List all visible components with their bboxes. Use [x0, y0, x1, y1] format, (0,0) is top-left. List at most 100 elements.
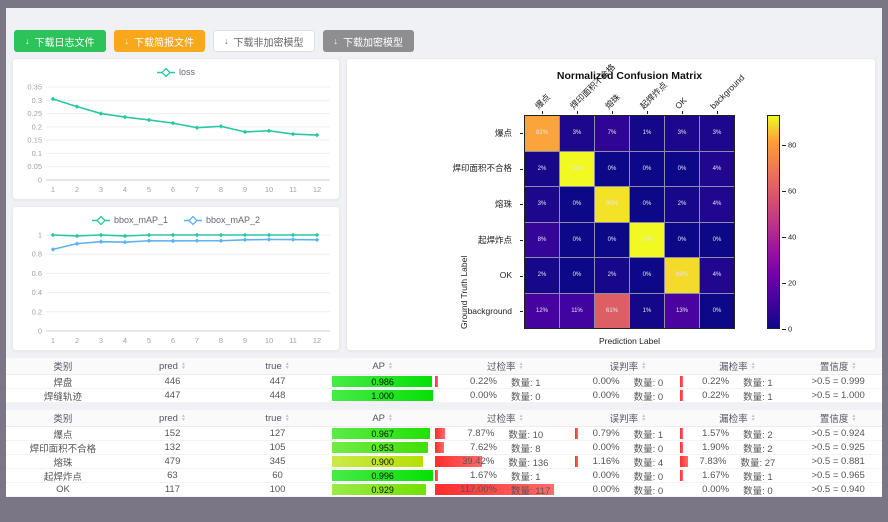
- column-header-AP[interactable]: AP▲▼: [330, 358, 435, 374]
- legend-marker-icon: [157, 68, 175, 77]
- rate-count: 数量: 0: [634, 441, 664, 454]
- rate-count: 数量: 8: [511, 441, 541, 454]
- heatmap-cell: 0%: [665, 223, 699, 258]
- heatmap-cell: 93%: [630, 223, 664, 258]
- rate-count: 数量: 1: [511, 469, 541, 482]
- sort-icon[interactable]: ▲▼: [751, 414, 756, 422]
- rate-cell: 39.42%数量: 136: [435, 455, 575, 468]
- column-header-误判率[interactable]: 误判率▲▼: [575, 410, 680, 426]
- loss-chart-legend: loss: [18, 63, 334, 81]
- cell-pred: 63: [120, 469, 225, 482]
- legend-item[interactable]: bbox_mAP_2: [184, 215, 260, 225]
- ap-value: 1.000: [371, 391, 394, 401]
- rate-value: 0.22%: [702, 390, 729, 401]
- rate-count: 数量: 0: [743, 483, 773, 496]
- column-header-pred[interactable]: pred▲▼: [120, 358, 225, 374]
- confusion-matrix-card: Normalized Confusion Matrix Ground Truth…: [346, 58, 876, 351]
- cell-true: 127: [225, 427, 330, 440]
- axis-tick: [520, 204, 523, 205]
- rate-cell: 0.00%数量: 0: [680, 483, 794, 496]
- rate-count: 数量: 0: [634, 469, 664, 482]
- sort-icon[interactable]: ▲▼: [285, 414, 290, 422]
- svg-text:6: 6: [171, 336, 175, 345]
- cell-pred: 446: [120, 375, 225, 388]
- column-header-漏检率[interactable]: 漏检率▲▼: [680, 358, 794, 374]
- axis-tick: [682, 111, 683, 114]
- legend-marker-icon: [92, 216, 110, 225]
- sort-icon[interactable]: ▲▼: [181, 362, 186, 370]
- svg-text:4: 4: [123, 336, 127, 345]
- cell-confidence: >0.5 = 0.925: [794, 441, 882, 454]
- sort-icon[interactable]: ▲▼: [181, 414, 186, 422]
- cell-pred: 152: [120, 427, 225, 440]
- heatmap-cell: 2%: [525, 258, 559, 293]
- rate-count: 数量: 0: [511, 389, 541, 402]
- rate-value: 0.22%: [702, 376, 729, 387]
- cell-confidence: >0.5 = 0.924: [794, 427, 882, 440]
- column-header-置信度[interactable]: 置信度▲▼: [794, 358, 882, 374]
- cell-class: 熔珠: [6, 455, 120, 468]
- cell-true: 105: [225, 441, 330, 454]
- column-header-pred[interactable]: pred▲▼: [120, 410, 225, 426]
- rate-cell: 7.87%数量: 10: [435, 427, 575, 440]
- rate-count: 数量: 117: [511, 483, 550, 496]
- rate-count: 数量: 136: [508, 455, 548, 468]
- colorbar-tick-label: 0: [788, 325, 792, 334]
- sort-icon[interactable]: ▲▼: [641, 362, 646, 370]
- sort-icon[interactable]: ▲▼: [388, 362, 393, 370]
- column-header-true[interactable]: true▲▼: [225, 358, 330, 374]
- sort-icon[interactable]: ▲▼: [285, 362, 290, 370]
- legend-item[interactable]: bbox_mAP_1: [92, 215, 168, 225]
- rate-value: 0.00%: [470, 390, 497, 401]
- sort-icon[interactable]: ▲▼: [388, 414, 393, 422]
- svg-text:0.1: 0.1: [32, 149, 42, 158]
- rate-count: 数量: 0: [634, 389, 664, 402]
- column-header-label: 误判率: [610, 411, 639, 425]
- column-header-类别: 类别: [6, 358, 120, 374]
- rate-value: 7.83%: [700, 456, 727, 467]
- rate-bar: [435, 428, 444, 439]
- column-header-true[interactable]: true▲▼: [225, 410, 330, 426]
- rate-bar: [435, 376, 438, 387]
- column-header-过检率[interactable]: 过检率▲▼: [435, 410, 575, 426]
- column-header-漏检率[interactable]: 漏检率▲▼: [680, 410, 794, 426]
- sort-icon[interactable]: ▲▼: [519, 414, 524, 422]
- rate-bar: [680, 456, 688, 467]
- column-header-label: 漏检率: [719, 411, 748, 425]
- rate-count: 数量: 0: [634, 483, 664, 496]
- column-header-置信度[interactable]: 置信度▲▼: [794, 410, 882, 426]
- figure-title: Normalized Confusion Matrix: [524, 70, 735, 82]
- cell-class: 起焊炸点: [6, 469, 120, 482]
- svg-text:0.35: 0.35: [27, 83, 42, 92]
- map-chart-card: bbox_mAP_1 bbox_mAP_2 00.20.40.60.811234…: [12, 206, 340, 351]
- column-header-label: pred: [159, 413, 178, 424]
- download-encrypted-model-button[interactable]: ↓ 下载加密模型: [323, 30, 415, 52]
- x-axis-label: Prediction Label: [524, 336, 735, 346]
- heatmap-cell: 3%: [560, 116, 594, 151]
- column-header-过检率[interactable]: 过检率▲▼: [435, 358, 575, 374]
- heatmap-cell: 0%: [560, 258, 594, 293]
- cell-ap: 0.986: [330, 375, 435, 388]
- sort-icon[interactable]: ▲▼: [641, 414, 646, 422]
- rate-value: 1.67%: [702, 470, 729, 481]
- sort-icon[interactable]: ▲▼: [751, 362, 756, 370]
- legend-item[interactable]: loss: [157, 67, 195, 77]
- cell-confidence: >0.5 = 0.999: [794, 375, 882, 388]
- column-header-AP[interactable]: AP▲▼: [330, 410, 435, 426]
- download-report-button[interactable]: ↓ 下载简报文件: [114, 30, 206, 52]
- sort-icon[interactable]: ▲▼: [851, 414, 856, 422]
- rate-cell: 1.16%数量: 4: [575, 455, 680, 468]
- heatmap-cell: 3%: [700, 116, 734, 151]
- rate-value: 1.90%: [702, 442, 729, 453]
- download-unencrypted-model-button[interactable]: ↓ 下载非加密模型: [213, 30, 315, 52]
- column-header-误判率[interactable]: 误判率▲▼: [575, 358, 680, 374]
- cell-true: 448: [225, 389, 330, 402]
- sort-icon[interactable]: ▲▼: [519, 362, 524, 370]
- rate-value: 117.00%: [460, 484, 497, 495]
- heatmap-cell: 12%: [525, 294, 559, 329]
- rate-count: 数量: 2: [743, 427, 773, 440]
- sort-icon[interactable]: ▲▼: [851, 362, 856, 370]
- download-log-button[interactable]: ↓ 下载日志文件: [14, 30, 106, 52]
- cell-ap: 0.929: [330, 483, 435, 496]
- legend-marker-icon: [184, 216, 202, 225]
